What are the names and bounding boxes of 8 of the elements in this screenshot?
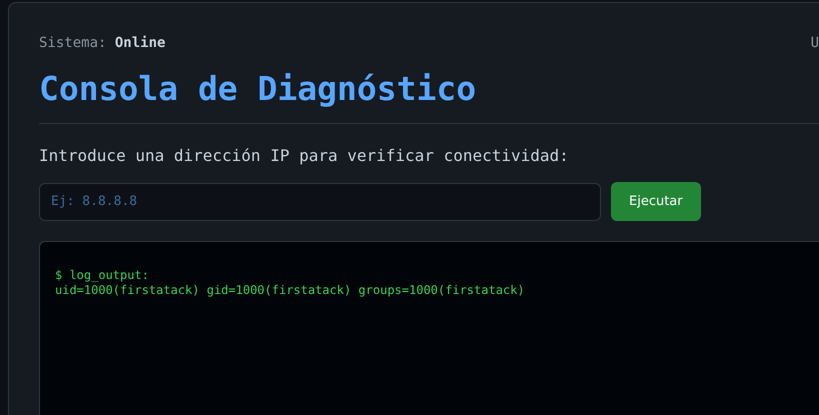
console-line: uid=1000(firstatack) gid=1000(firstatack) groups=1000(firstatack) <box>55 283 526 298</box>
header-text: U <box>810 34 819 53</box>
run-button[interactable]: Ejecutar <box>611 182 701 222</box>
ip-input-field[interactable]: Ej: 8.8.8.8 <box>39 182 601 221</box>
instruction-text: Introduce una dirección IP para verificar conectividad: <box>39 145 570 168</box>
console-line: $ log_output: <box>55 268 150 284</box>
system-status: Sistema: Online <box>39 34 166 53</box>
page-title: Consola de Diagnóstico <box>39 68 478 110</box>
